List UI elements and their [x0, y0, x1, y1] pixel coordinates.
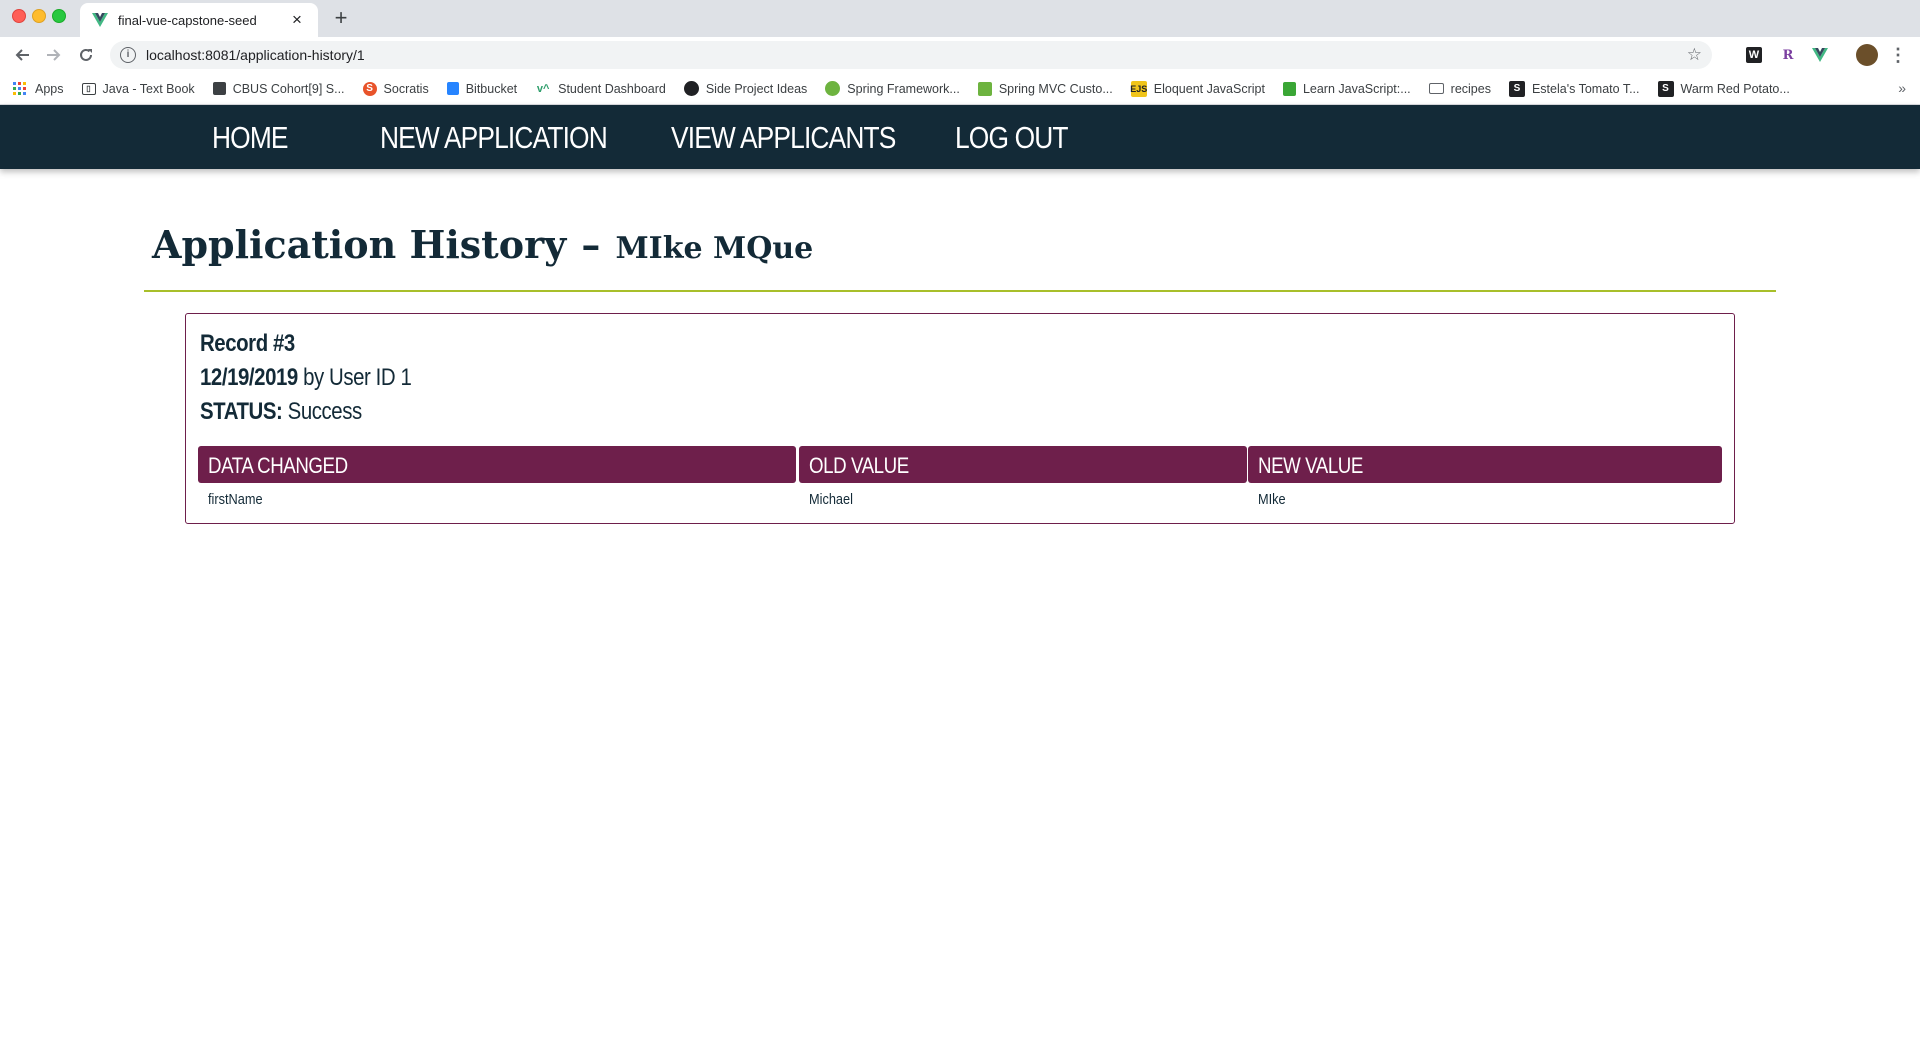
bookmark-label: Spring MVC Custo... [998, 81, 1113, 96]
browser-tab[interactable]: final-vue-capstone-seed × [80, 3, 318, 37]
codecademy-icon [1282, 81, 1296, 96]
squarespace-icon: S [1657, 80, 1674, 97]
page-title: Application History – MIke MQue [152, 222, 813, 267]
bookmarks-bar: Apps ▯ Java - Text Book CBUS Cohort[9] S… [0, 73, 1920, 105]
vue-logo-icon [92, 12, 108, 28]
bookmark-socratis[interactable]: S Socratis [362, 81, 429, 96]
record-status-line: STATUS: Success [200, 398, 362, 426]
address-bar[interactable]: i localhost:8081/application-history/1 ☆ [110, 41, 1712, 69]
bookmark-learn-javascript[interactable]: Learn JavaScript:... [1282, 81, 1411, 96]
spring-icon [825, 81, 841, 96]
record-number: Record #3 [200, 330, 295, 358]
bookmark-bitbucket[interactable]: Bitbucket [446, 81, 518, 96]
book-icon: ▯ [81, 82, 96, 95]
bookmark-warm-red-potato[interactable]: S Warm Red Potato... [1657, 80, 1790, 97]
bitbucket-icon [446, 82, 459, 95]
profile-avatar[interactable] [1856, 44, 1878, 66]
socratis-icon: S [362, 81, 377, 96]
browser-toolbar: i localhost:8081/application-history/1 ☆… [0, 37, 1920, 73]
tab-title: final-vue-capstone-seed [118, 12, 257, 28]
bookmark-label: CBUS Cohort[9] S... [232, 81, 345, 96]
cell-new-value: MIke [1258, 491, 1286, 508]
bookmark-label: Bitbucket [465, 81, 518, 96]
bookmark-estelas-tomato[interactable]: S Estela's Tomato T... [1508, 80, 1640, 97]
chrome-menu-icon[interactable]: ⋮ [1888, 45, 1908, 65]
column-header-new-value: NEW VALUE [1248, 446, 1722, 483]
applicant-name: MIke MQue [615, 231, 814, 266]
bookmark-java-text-book[interactable]: ▯ Java - Text Book [81, 81, 195, 96]
close-window-button[interactable] [12, 9, 26, 23]
record-label: Record #3 [200, 330, 295, 357]
back-arrow-icon[interactable] [10, 43, 34, 67]
close-tab-icon[interactable]: × [288, 10, 306, 30]
bookmark-apps[interactable]: Apps [12, 81, 64, 97]
bookmark-label: Eloquent JavaScript [1153, 81, 1265, 96]
trello-icon [212, 82, 226, 95]
bookmark-eloquent-javascript[interactable]: EJS Eloquent JavaScript [1130, 80, 1265, 97]
nav-view-applicants-link[interactable]: VIEW APPLICANTS [671, 105, 896, 169]
nav-log-out-link[interactable]: LOG OUT [955, 105, 1068, 169]
bookmark-side-project-ideas[interactable]: Side Project Ideas [683, 81, 808, 96]
more-bookmarks-icon[interactable]: » [1898, 80, 1906, 96]
title-separator: – [581, 222, 601, 267]
ejs-icon: EJS [1130, 80, 1147, 97]
bookmark-label: Java - Text Book [102, 81, 195, 96]
reload-icon[interactable] [74, 43, 98, 67]
status-value: Success [287, 398, 363, 425]
bookmark-spring-mvc[interactable]: Spring MVC Custo... [977, 81, 1113, 96]
bookmark-label: Socratis [383, 81, 429, 96]
maximize-window-button[interactable] [52, 9, 66, 23]
va-icon: v^ [536, 82, 550, 95]
app-navbar: HOME NEW APPLICATION VIEW APPLICANTS LOG… [0, 105, 1920, 169]
bookmark-label: Learn JavaScript:... [1302, 81, 1411, 96]
site-info-icon[interactable]: i [120, 47, 136, 63]
bookmark-spring-framework[interactable]: Spring Framework... [825, 81, 960, 96]
leaf-icon [977, 81, 992, 96]
record-date-line: 12/19/2019 by User ID 1 [200, 364, 412, 392]
nav-new-application-link[interactable]: NEW APPLICATION [380, 105, 608, 169]
page-title-text: Application History [152, 222, 567, 267]
new-tab-button[interactable]: + [328, 6, 354, 32]
url-text: localhost:8081/application-history/1 [146, 47, 365, 63]
bookmark-label: Side Project Ideas [705, 81, 808, 96]
vue-devtools-icon[interactable] [1810, 45, 1830, 65]
cell-field: firstName [208, 491, 263, 508]
bookmark-label: recipes [1450, 81, 1491, 96]
folder-icon [1428, 83, 1444, 94]
status-label: STATUS: [200, 398, 283, 425]
record-author: by User ID 1 [303, 364, 412, 391]
record-date: 12/19/2019 [200, 364, 298, 391]
bookmark-star-icon[interactable]: ☆ [1687, 45, 1702, 65]
nav-home-link[interactable]: HOME [212, 105, 288, 169]
forward-arrow-icon[interactable] [42, 43, 66, 67]
r-extension-icon[interactable]: R [1778, 45, 1798, 65]
bookmark-recipes[interactable]: recipes [1428, 81, 1491, 96]
column-header-old-value: OLD VALUE [799, 446, 1247, 483]
apps-grid-icon [12, 81, 28, 97]
browser-tabstrip: final-vue-capstone-seed × + [0, 0, 1920, 37]
bookmark-label: Apps [35, 81, 64, 96]
bookmark-cbus-cohort[interactable]: CBUS Cohort[9] S... [212, 81, 345, 96]
w-extension-icon[interactable]: W [1746, 47, 1762, 63]
bookmark-student-dashboard[interactable]: v^ Student Dashboard [535, 81, 666, 97]
column-header-data-changed: DATA CHANGED [198, 446, 796, 483]
minimize-window-button[interactable] [32, 9, 46, 23]
bookmark-label: Student Dashboard [558, 81, 666, 96]
bookmark-label: Estela's Tomato T... [1531, 81, 1640, 96]
bookmark-label: Warm Red Potato... [1680, 81, 1790, 96]
heading-divider [144, 290, 1776, 292]
squarespace-icon: S [1508, 80, 1525, 97]
github-icon [683, 81, 699, 96]
bookmark-label: Spring Framework... [847, 81, 960, 96]
history-record-card: Record #3 12/19/2019 by User ID 1 STATUS… [185, 313, 1735, 524]
cell-old-value: Michael [809, 491, 853, 508]
